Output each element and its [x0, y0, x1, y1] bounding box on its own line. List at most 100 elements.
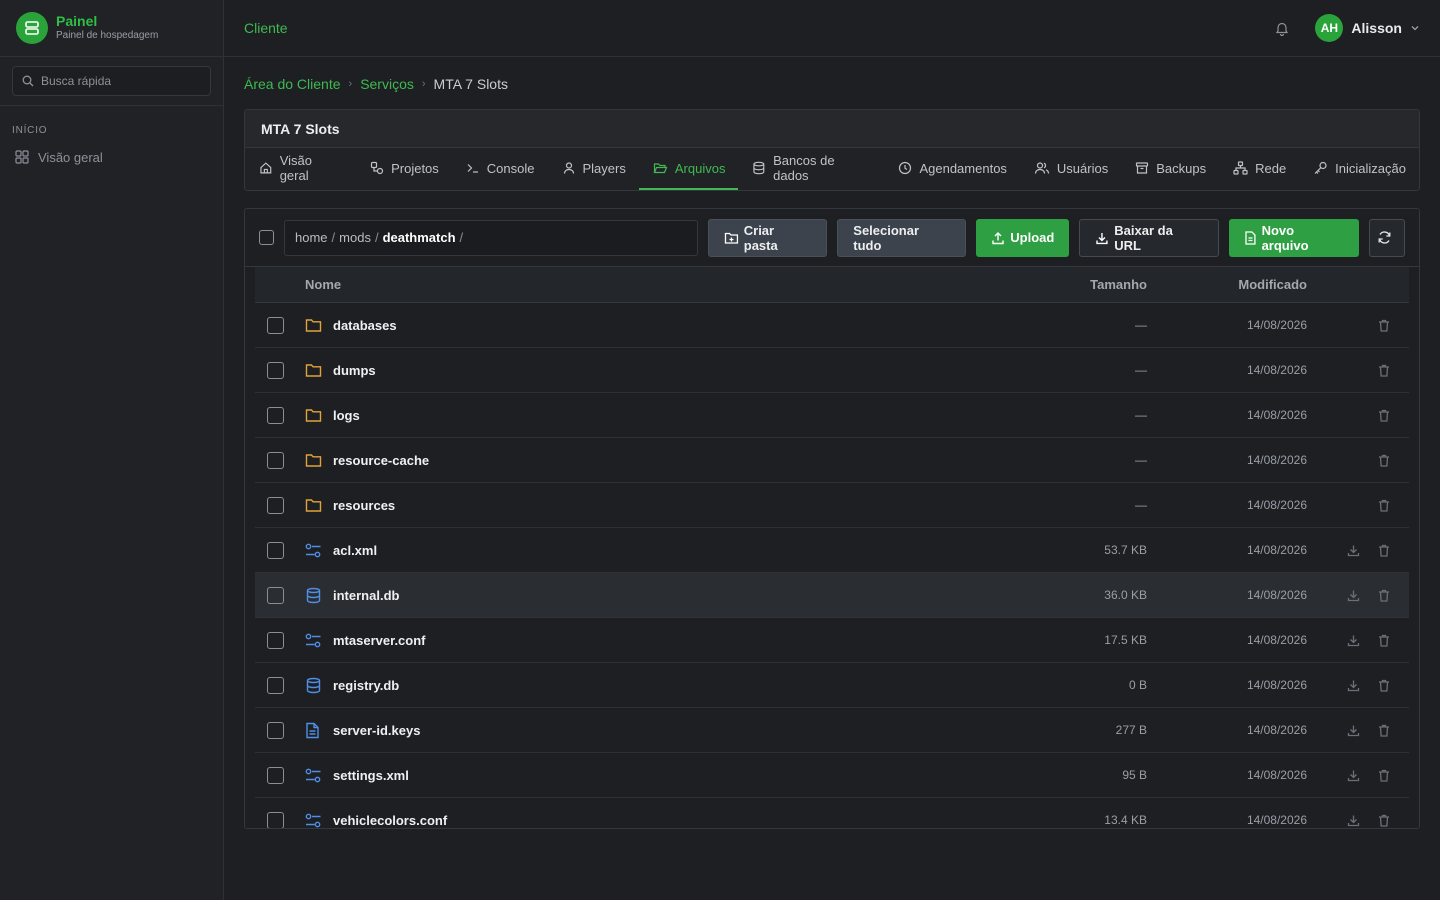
- file-row[interactable]: logs — 14/08/2026: [255, 393, 1409, 438]
- file-row[interactable]: dumps — 14/08/2026: [255, 348, 1409, 393]
- download-icon[interactable]: [1347, 724, 1360, 737]
- file-modified: 14/08/2026: [1246, 813, 1307, 827]
- tab-network[interactable]: Rede: [1219, 148, 1299, 190]
- tab-label: Projetos: [391, 160, 439, 176]
- sidebar-section-label: INÍCIO: [12, 125, 48, 136]
- file-modified: 14/08/2026: [1246, 498, 1307, 512]
- select-all-button[interactable]: Selecionar tudo: [837, 218, 967, 257]
- home-icon: [260, 162, 272, 174]
- download-icon: [1096, 232, 1108, 244]
- column-size[interactable]: Tamanho: [1090, 277, 1147, 292]
- avatar[interactable]: AH: [1315, 14, 1344, 42]
- refresh-button[interactable]: [1369, 218, 1405, 257]
- user-name[interactable]: Alisson: [1351, 20, 1402, 36]
- trash-icon[interactable]: [1378, 499, 1390, 512]
- upload-button[interactable]: Upload: [976, 218, 1070, 257]
- trash-icon[interactable]: [1378, 364, 1390, 377]
- trash-icon[interactable]: [1378, 589, 1390, 602]
- file-row[interactable]: vehiclecolors.conf 13.4 KB 14/08/2026: [255, 798, 1409, 828]
- row-checkbox[interactable]: [267, 811, 284, 828]
- trash-icon[interactable]: [1378, 319, 1390, 332]
- row-checkbox[interactable]: [267, 451, 284, 469]
- tab-players[interactable]: Players: [548, 148, 639, 190]
- download-icon[interactable]: [1347, 679, 1360, 692]
- trash-icon[interactable]: [1378, 724, 1390, 737]
- row-checkbox[interactable]: [267, 316, 284, 334]
- new-folder-button[interactable]: Criar pasta: [707, 218, 828, 257]
- breadcrumb-services[interactable]: Serviços: [360, 76, 414, 92]
- row-checkbox[interactable]: [267, 676, 284, 694]
- file-name[interactable]: databases: [333, 318, 397, 333]
- file-row[interactable]: settings.xml 95 B 14/08/2026: [255, 753, 1409, 798]
- file-row[interactable]: databases — 14/08/2026: [255, 303, 1409, 348]
- row-checkbox[interactable]: [267, 496, 284, 514]
- file-name[interactable]: logs: [333, 408, 360, 423]
- column-name[interactable]: Nome: [305, 277, 341, 292]
- file-row[interactable]: mtaserver.conf 17.5 KB 14/08/2026: [255, 618, 1409, 663]
- file-name[interactable]: mtaserver.conf: [333, 633, 426, 648]
- file-text-icon: [1244, 230, 1256, 245]
- file-name[interactable]: server-id.keys: [333, 723, 420, 738]
- download-icon[interactable]: [1347, 634, 1360, 647]
- row-checkbox[interactable]: [267, 631, 284, 649]
- tab-backups[interactable]: Backups: [1121, 148, 1219, 190]
- trash-icon[interactable]: [1378, 544, 1390, 557]
- row-checkbox[interactable]: [267, 361, 284, 379]
- file-row[interactable]: resources — 14/08/2026: [255, 483, 1409, 528]
- file-row[interactable]: registry.db 0 B 14/08/2026: [255, 663, 1409, 708]
- file-name[interactable]: resource-cache: [333, 453, 429, 468]
- chevron-down-icon[interactable]: [1410, 23, 1420, 33]
- file-row[interactable]: resource-cache — 14/08/2026: [255, 438, 1409, 483]
- select-all-checkbox[interactable]: [259, 230, 274, 245]
- download-icon[interactable]: [1347, 769, 1360, 782]
- tab-startup[interactable]: Inicialização: [1299, 148, 1419, 190]
- file-name[interactable]: resources: [333, 498, 395, 513]
- trash-icon[interactable]: [1378, 409, 1390, 422]
- tab-console[interactable]: Console: [452, 148, 548, 190]
- row-checkbox[interactable]: [267, 721, 284, 739]
- tab-projects[interactable]: Projetos: [356, 148, 452, 190]
- download-icon[interactable]: [1347, 814, 1360, 827]
- file-size: —: [1135, 453, 1147, 467]
- row-checkbox[interactable]: [267, 766, 284, 784]
- file-name[interactable]: vehiclecolors.conf: [333, 813, 447, 828]
- row-checkbox[interactable]: [267, 586, 284, 604]
- bell-icon[interactable]: [1275, 21, 1289, 36]
- file-name[interactable]: acl.xml: [333, 543, 377, 558]
- quick-search-input[interactable]: Busca rápida: [12, 66, 211, 96]
- trash-icon[interactable]: [1378, 454, 1390, 467]
- row-checkbox[interactable]: [267, 406, 284, 424]
- breadcrumb-client-area[interactable]: Área do Cliente: [244, 76, 341, 92]
- tab-schedules[interactable]: Agendamentos: [884, 148, 1019, 190]
- file-row[interactable]: acl.xml 53.7 KB 14/08/2026: [255, 528, 1409, 573]
- file-row[interactable]: internal.db 36.0 KB 14/08/2026: [255, 573, 1409, 618]
- file-row[interactable]: server-id.keys 277 B 14/08/2026: [255, 708, 1409, 753]
- download-url-button[interactable]: Baixar da URL: [1079, 218, 1219, 257]
- trash-icon[interactable]: [1378, 634, 1390, 647]
- file-toolbar: home / mods / deathmatch / Criar pasta S…: [245, 209, 1419, 267]
- download-icon[interactable]: [1347, 589, 1360, 602]
- path-segment-mods[interactable]: mods: [339, 230, 371, 245]
- tab-databases[interactable]: Bancos de dados: [738, 148, 884, 190]
- brand[interactable]: Painel Painel de hospedagem: [0, 0, 223, 57]
- download-icon[interactable]: [1347, 544, 1360, 557]
- path-segment-home[interactable]: home: [295, 230, 328, 245]
- file-name[interactable]: dumps: [333, 363, 376, 378]
- sidebar-item-overview[interactable]: Visão geral: [0, 146, 223, 168]
- new-file-button[interactable]: Novo arquivo: [1228, 218, 1360, 257]
- trash-icon[interactable]: [1378, 814, 1390, 827]
- brand-title: Painel: [56, 13, 98, 29]
- column-modified[interactable]: Modificado: [1238, 277, 1307, 292]
- file-name[interactable]: registry.db: [333, 678, 399, 693]
- path-bar[interactable]: home / mods / deathmatch /: [284, 219, 698, 256]
- grid-icon: [15, 150, 29, 164]
- file-name[interactable]: internal.db: [333, 588, 399, 603]
- file-name[interactable]: settings.xml: [333, 768, 409, 783]
- database-file-icon: [305, 677, 322, 694]
- row-checkbox[interactable]: [267, 541, 284, 559]
- trash-icon[interactable]: [1378, 769, 1390, 782]
- tab-users[interactable]: Usuários: [1020, 148, 1121, 190]
- tab-overview[interactable]: Visão geral: [245, 148, 356, 190]
- tab-files[interactable]: Arquivos: [638, 148, 739, 190]
- trash-icon[interactable]: [1378, 679, 1390, 692]
